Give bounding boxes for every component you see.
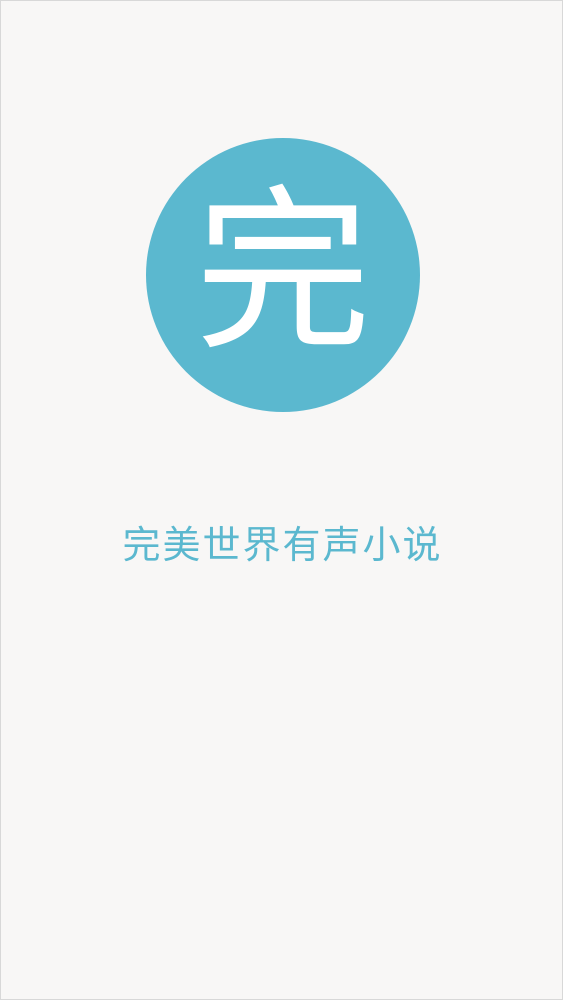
splash-screen: 完 完美世界有声小说 [0, 0, 563, 1000]
app-logo: 完 [146, 138, 420, 412]
app-title: 完美世界有声小说 [122, 523, 443, 567]
app-logo-char: 完 [194, 170, 371, 375]
